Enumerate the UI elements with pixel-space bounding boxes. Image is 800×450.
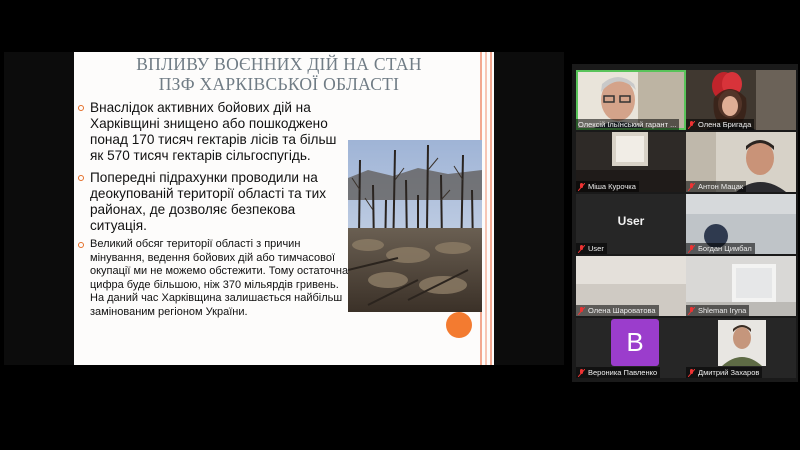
participant-avatar: B xyxy=(611,319,659,366)
participant-tile[interactable]: Дмитрий Захаров xyxy=(686,318,796,378)
muted-mic-icon xyxy=(688,306,695,315)
bullet-text: Великий обсяг території області з причин… xyxy=(90,238,349,318)
slide-title-line-1: ВПЛИВУ ВОЄННИХ ДІЙ НА СТАН xyxy=(136,54,422,74)
participant-tile[interactable]: Богдан Цимбал xyxy=(686,194,796,254)
participant-name: Shleman Iryna xyxy=(686,305,750,316)
participant-name: Богдан Цимбал xyxy=(686,243,755,254)
participants-gallery: Олексій Ільїнський гарант ... Олена Бриг… xyxy=(572,64,798,382)
participant-name: Дмитрий Захаров xyxy=(686,367,763,378)
participant-name: Олена Бригада xyxy=(686,119,755,130)
burned-forest-photo xyxy=(348,140,482,312)
participant-tile[interactable]: Shleman Iryna xyxy=(686,256,796,316)
muted-mic-icon xyxy=(688,244,695,253)
participant-name: Вероника Павленко xyxy=(576,367,661,378)
bullet-text: Попередні підрахунки проводили на деокуп… xyxy=(90,170,327,233)
participant-tile[interactable]: Міша Курочка xyxy=(576,132,686,192)
bullet-item: Попередні підрахунки проводили на деокуп… xyxy=(78,170,350,234)
bullet-item: Великий обсяг території області з причин… xyxy=(78,238,350,320)
bullet-text: Внаслідок активних бойових дій на Харків… xyxy=(90,100,337,163)
muted-mic-icon xyxy=(578,368,585,377)
slide-bullet-list: Внаслідок активних бойових дій на Харків… xyxy=(78,100,350,320)
muted-mic-icon xyxy=(578,306,585,315)
participant-tile[interactable]: Олексій Ільїнський гарант ... xyxy=(576,70,686,130)
muted-mic-icon xyxy=(578,244,585,253)
participant-placeholder-label: User xyxy=(617,214,645,228)
participant-name: Олена Шароватова xyxy=(576,305,659,316)
bullet-item: Внаслідок активних бойових дій на Харків… xyxy=(78,100,350,164)
slide-title: ВПЛИВУ ВОЄННИХ ДІЙ НА СТАН ПЗФ ХАРКІВСЬК… xyxy=(94,54,464,94)
bullet-circle-icon xyxy=(78,175,84,181)
bullet-circle-icon xyxy=(78,105,84,111)
participant-tile[interactable]: B Вероника Павленко xyxy=(576,318,686,378)
presentation-slide: ВПЛИВУ ВОЄННИХ ДІЙ НА СТАН ПЗФ ХАРКІВСЬК… xyxy=(74,52,494,365)
slide-decoration-circle xyxy=(446,312,472,338)
participant-name: User xyxy=(576,243,607,254)
bullet-circle-icon xyxy=(78,242,84,248)
muted-mic-icon xyxy=(688,120,695,129)
participant-tile[interactable]: Олена Шароватова xyxy=(576,256,686,316)
participant-name: Антон Мацак xyxy=(686,181,747,192)
muted-mic-icon xyxy=(688,368,695,377)
participant-name: Олексій Ільїнський гарант ... xyxy=(576,119,680,130)
participant-name: Міша Курочка xyxy=(576,181,639,192)
slide-title-line-2: ПЗФ ХАРКІВСЬКОЇ ОБЛАСТІ xyxy=(158,74,400,94)
muted-mic-icon xyxy=(688,182,695,191)
muted-mic-icon xyxy=(578,182,585,191)
participant-tile[interactable]: Антон Мацак xyxy=(686,132,796,192)
participant-tile[interactable]: User User xyxy=(576,194,686,254)
participant-tile[interactable]: Олена Бригада xyxy=(686,70,796,130)
